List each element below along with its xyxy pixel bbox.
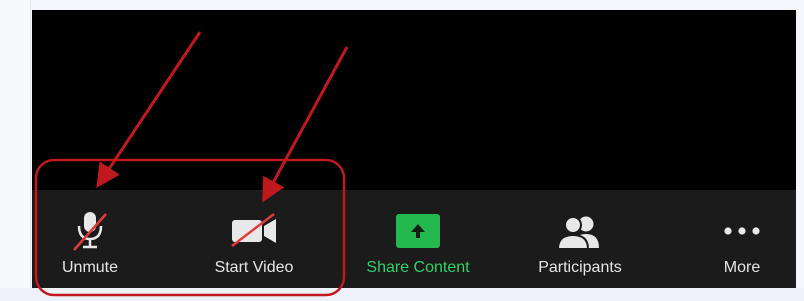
more-label: More (723, 259, 761, 276)
window-bottom-margin (0, 288, 804, 301)
share-content-button[interactable]: Share Content (348, 190, 488, 288)
share-upload-icon (396, 214, 440, 248)
share-content-label: Share Content (366, 259, 470, 276)
start-video-label: Start Video (214, 259, 294, 276)
unmute-label: Unmute (61, 259, 119, 276)
unmute-button[interactable]: Unmute (47, 190, 133, 288)
participants-icon (555, 214, 605, 255)
meeting-window: Unmute Start Video Share Content Partici… (0, 0, 804, 301)
participants-button[interactable]: Participants (520, 190, 640, 288)
video-camera-off-icon (228, 210, 280, 255)
microphone-muted-icon (70, 210, 110, 257)
more-button[interactable]: More (700, 190, 784, 288)
start-video-button[interactable]: Start Video (196, 190, 312, 288)
participants-label: Participants (538, 259, 622, 276)
video-area (32, 10, 796, 190)
window-left-margin (0, 0, 31, 301)
more-dots-icon (722, 223, 762, 241)
